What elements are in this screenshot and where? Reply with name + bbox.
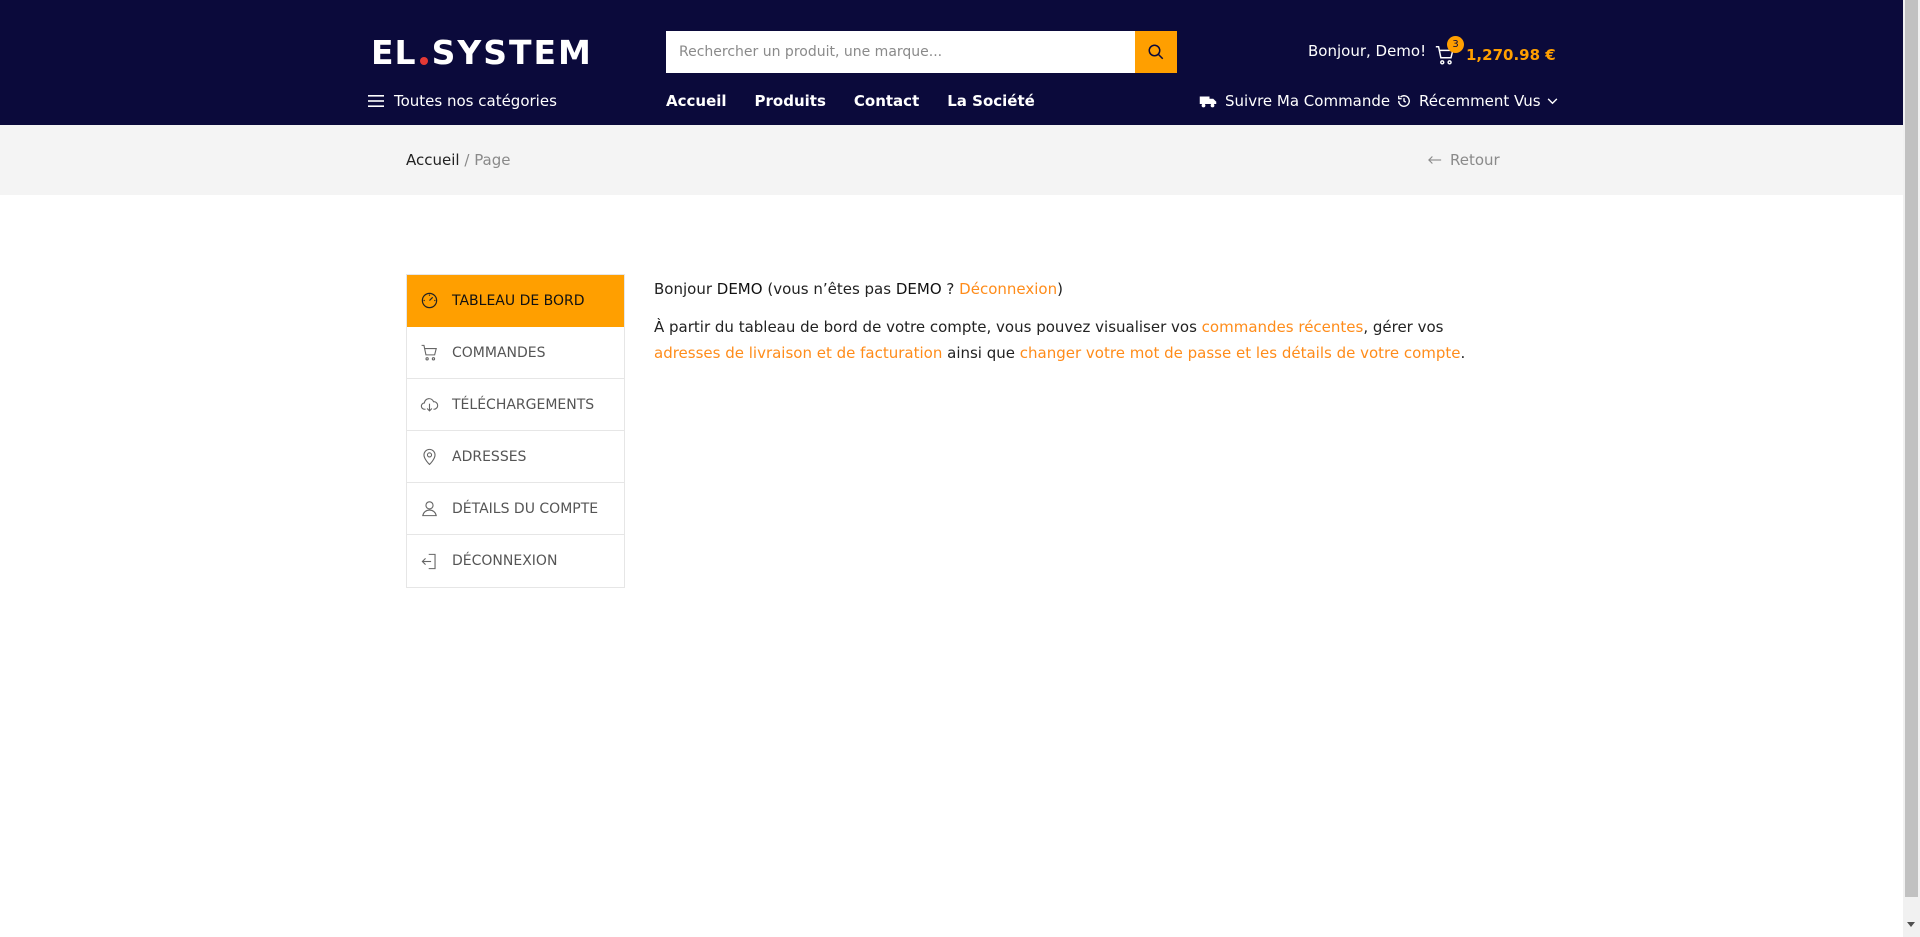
recently-viewed-label: Récemment Vus bbox=[1419, 92, 1541, 110]
nav-link-produits[interactable]: Produits bbox=[755, 92, 826, 110]
chevron-down-icon bbox=[1547, 97, 1558, 104]
username: DEMO bbox=[716, 280, 763, 298]
account-details-link[interactable]: changer votre mot de passe et les détail… bbox=[1020, 344, 1461, 362]
search-icon bbox=[1148, 44, 1164, 60]
sidebar-item-label: TÉLÉCHARGEMENTS bbox=[452, 396, 595, 413]
cloud-download-icon bbox=[419, 395, 439, 415]
breadcrumb: Accueil / Page bbox=[406, 151, 511, 169]
welcome-prefix: Bonjour bbox=[654, 280, 712, 298]
breadcrumb-home-link[interactable]: Accueil bbox=[406, 151, 460, 169]
description-mid1: , gérer vos bbox=[1363, 318, 1444, 336]
back-link[interactable]: Retour bbox=[1428, 151, 1500, 169]
sidebar-item-addresses[interactable]: ADRESSES bbox=[407, 431, 624, 483]
cart-count-badge: 3 bbox=[1447, 36, 1464, 53]
description-end: . bbox=[1460, 344, 1466, 362]
logout-icon bbox=[419, 551, 439, 571]
user-icon bbox=[419, 499, 439, 519]
close-paren: ) bbox=[1057, 280, 1063, 298]
logout-link[interactable]: Déconnexion bbox=[959, 280, 1057, 298]
search-button[interactable] bbox=[1135, 31, 1177, 73]
search-input[interactable] bbox=[666, 31, 1135, 73]
sidebar-item-dashboard[interactable]: TABLEAU DE BORD bbox=[407, 275, 624, 327]
not-user-text: (vous n’êtes pas bbox=[767, 280, 892, 298]
mini-cart[interactable]: 3 1,270.98 € bbox=[1434, 33, 1556, 73]
scrollbar-thumb[interactable] bbox=[1905, 0, 1918, 897]
account-sidebar: TABLEAU DE BORD COMMANDES TÉLÉCHARGEMENT… bbox=[406, 274, 625, 588]
main-nav: Accueil Produits Contact La Société bbox=[666, 92, 1035, 110]
logo-dot bbox=[419, 57, 428, 65]
breadcrumb-separator: / bbox=[464, 151, 470, 169]
sidebar-item-orders[interactable]: COMMANDES bbox=[407, 327, 624, 379]
hamburger-icon bbox=[368, 95, 384, 107]
addresses-link[interactable]: adresses de livraison et de facturation bbox=[654, 344, 942, 362]
logo-text-el: EL bbox=[371, 32, 417, 72]
all-categories-toggle[interactable]: Toutes nos catégories bbox=[368, 92, 557, 110]
sidebar-item-downloads[interactable]: TÉLÉCHARGEMENTS bbox=[407, 379, 624, 431]
site-logo[interactable]: EL SYSTEM bbox=[371, 32, 593, 72]
dashboard-icon bbox=[419, 291, 439, 311]
scrollbar-arrow-down-icon[interactable] bbox=[1907, 922, 1915, 927]
sidebar-item-label: DÉTAILS DU COMPTE bbox=[452, 500, 599, 517]
nav-link-accueil[interactable]: Accueil bbox=[666, 92, 727, 110]
breadcrumb-current: Page bbox=[474, 151, 511, 169]
dashboard-content: Bonjour DEMO (vous n’êtes pas DEMO ? Déc… bbox=[654, 276, 1484, 378]
track-order-label: Suivre Ma Commande bbox=[1225, 92, 1391, 110]
dashboard-description: À partir du tableau de bord de votre com… bbox=[654, 314, 1484, 366]
cart-icon bbox=[419, 343, 439, 363]
all-categories-label: Toutes nos catégories bbox=[394, 92, 557, 110]
location-pin-icon bbox=[419, 447, 439, 467]
truck-icon bbox=[1199, 96, 1217, 108]
logo-text-system: SYSTEM bbox=[431, 32, 593, 72]
sidebar-item-label: ADRESSES bbox=[452, 448, 527, 465]
cart-icon: 3 bbox=[1434, 36, 1464, 68]
sidebar-item-label: TABLEAU DE BORD bbox=[452, 292, 585, 309]
description-intro: À partir du tableau de bord de votre com… bbox=[654, 318, 1197, 336]
arrow-left-icon bbox=[1428, 156, 1442, 164]
search-bar bbox=[666, 31, 1177, 73]
recently-viewed-dropdown[interactable]: Récemment Vus bbox=[1397, 92, 1558, 110]
question-mark: ? bbox=[946, 280, 955, 298]
history-icon bbox=[1398, 95, 1410, 107]
sidebar-item-label: COMMANDES bbox=[452, 344, 546, 361]
sidebar-item-logout[interactable]: DÉCONNEXION bbox=[407, 535, 624, 587]
breadcrumb-band: Accueil / Page Retour bbox=[0, 125, 1903, 195]
description-mid2: ainsi que bbox=[947, 344, 1015, 362]
track-order-link[interactable]: Suivre Ma Commande bbox=[1199, 92, 1390, 110]
welcome-message: Bonjour DEMO (vous n’êtes pas DEMO ? Déc… bbox=[654, 276, 1484, 302]
nav-link-la-societe[interactable]: La Société bbox=[947, 92, 1035, 110]
back-label: Retour bbox=[1450, 151, 1500, 169]
nav-link-contact[interactable]: Contact bbox=[854, 92, 919, 110]
sidebar-item-label: DÉCONNEXION bbox=[452, 553, 558, 569]
username-repeat: DEMO bbox=[895, 280, 942, 298]
site-header: EL SYSTEM Bonjour, Demo! 3 1,270.98 € Tou… bbox=[0, 0, 1903, 125]
sidebar-item-account-details[interactable]: DÉTAILS DU COMPTE bbox=[407, 483, 624, 535]
user-greeting[interactable]: Bonjour, Demo! bbox=[1308, 42, 1426, 60]
cart-total: 1,270.98 € bbox=[1466, 46, 1556, 64]
recent-orders-link[interactable]: commandes récentes bbox=[1202, 318, 1364, 336]
